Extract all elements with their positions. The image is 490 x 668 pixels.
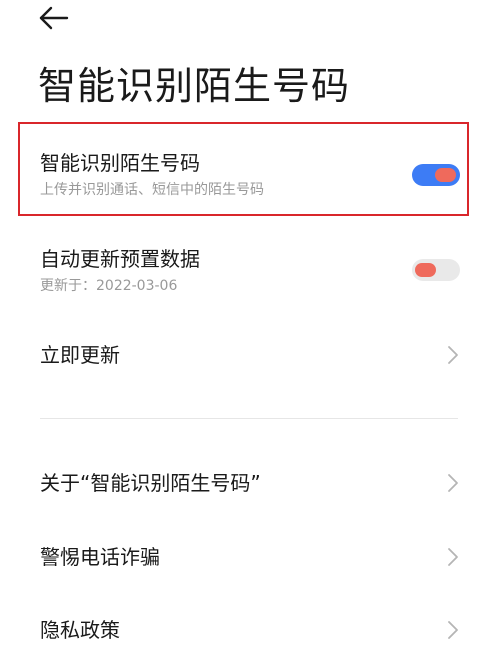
back-button[interactable] xyxy=(38,4,74,34)
toggle-knob xyxy=(415,263,436,277)
auto-update-subtitle: 更新于：2022-03-06 xyxy=(40,278,178,294)
fraud-alert-title: 警惕电话诈骗 xyxy=(40,545,160,569)
chevron-right-icon xyxy=(448,474,458,492)
settings-page: 智能识别陌生号码 智能识别陌生号码 上传并识别通话、短信中的陌生号码 自动更新预… xyxy=(0,0,490,668)
chevron-right-icon xyxy=(448,621,458,639)
smart-identify-subtitle: 上传并识别通话、短信中的陌生号码 xyxy=(40,182,264,198)
section-divider xyxy=(40,418,458,419)
about-row[interactable]: 关于“智能识别陌生号码” xyxy=(0,458,490,508)
chevron-right-icon xyxy=(448,548,458,566)
smart-identify-title: 智能识别陌生号码 xyxy=(40,151,200,175)
update-now-row[interactable]: 立即更新 xyxy=(0,330,490,380)
about-title: 关于“智能识别陌生号码” xyxy=(40,471,261,495)
privacy-row[interactable]: 隐私政策 xyxy=(0,605,490,655)
auto-update-title: 自动更新预置数据 xyxy=(40,247,200,271)
arrow-left-icon xyxy=(39,6,69,30)
smart-identify-toggle[interactable] xyxy=(412,164,460,186)
toggle-knob xyxy=(435,168,456,182)
smart-identify-row[interactable]: 智能识别陌生号码 上传并识别通话、短信中的陌生号码 xyxy=(0,122,490,216)
privacy-title: 隐私政策 xyxy=(40,618,120,642)
page-title: 智能识别陌生号码 xyxy=(38,64,351,108)
fraud-alert-row[interactable]: 警惕电话诈骗 xyxy=(0,532,490,582)
chevron-right-icon xyxy=(448,346,458,364)
update-now-title: 立即更新 xyxy=(40,343,120,367)
auto-update-row[interactable]: 自动更新预置数据 更新于：2022-03-06 xyxy=(0,240,490,310)
auto-update-toggle[interactable] xyxy=(412,259,460,281)
